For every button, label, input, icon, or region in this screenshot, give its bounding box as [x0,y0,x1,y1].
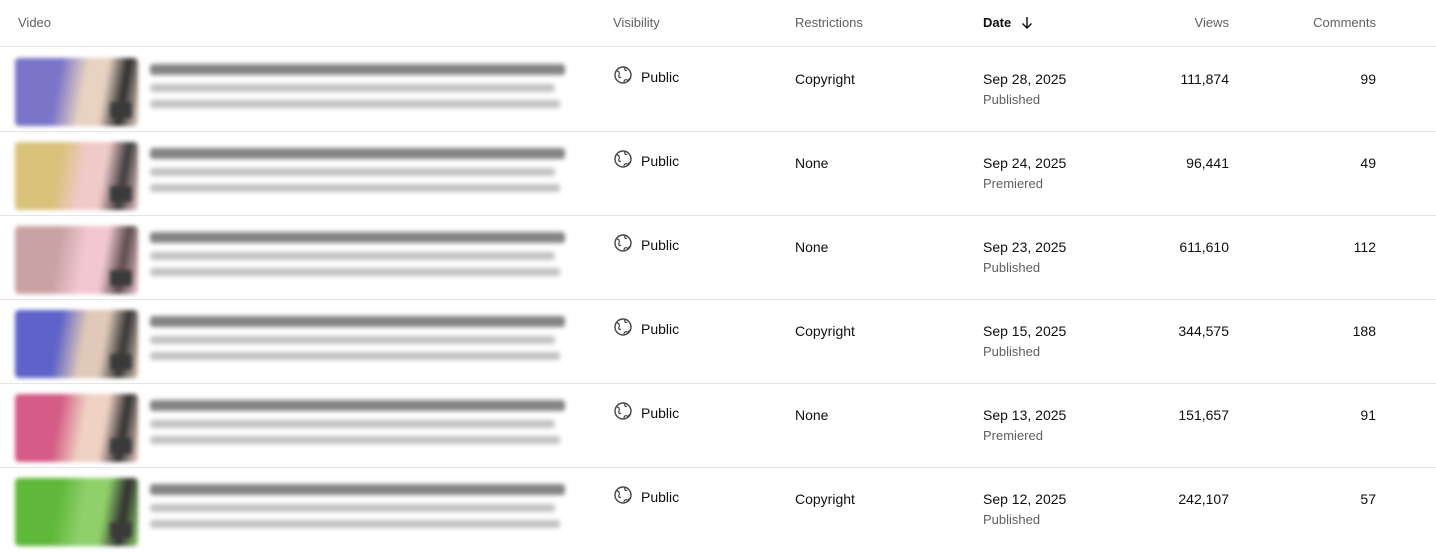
date-label: Sep 15, 2025 [983,323,1067,339]
globe-icon [613,317,633,337]
arrow-down-icon [1021,16,1033,33]
header-date-sort[interactable]: Date [983,15,1033,33]
video-info-blurred[interactable] [150,484,570,536]
comments-count: 57 [1360,491,1376,507]
date-cell: Sep 12, 2025 Published [983,491,1066,527]
visibility-label: Public [641,405,680,421]
video-thumbnail[interactable] [15,310,138,378]
publish-status: Premiered [983,428,1043,443]
publish-status: Published [983,344,1041,359]
restrictions-label: Copyright [795,71,855,87]
views-count: 611,610 [1179,239,1229,255]
header-comments: Comments [1313,15,1376,30]
visibility-cell[interactable]: Public [613,147,679,171]
table-row[interactable]: Public Copyright Sep 12, 2025 Published … [0,468,1436,552]
visibility-cell[interactable]: Public [613,231,679,255]
date-cell: Sep 23, 2025 Published [983,239,1066,275]
visibility-cell[interactable]: Public [613,483,679,507]
video-info-blurred[interactable] [150,64,570,116]
comments-count: 99 [1360,71,1376,87]
views-count: 242,107 [1178,491,1229,507]
visibility-cell[interactable]: Public [613,315,679,339]
video-thumbnail[interactable] [15,58,138,126]
views-count: 96,441 [1186,155,1229,171]
video-thumbnail[interactable] [15,226,138,294]
visibility-cell[interactable]: Public [613,399,679,423]
restrictions-label: Copyright [795,323,855,339]
video-thumbnail[interactable] [15,142,138,210]
views-count: 151,657 [1178,407,1229,423]
header-restrictions: Restrictions [795,15,863,30]
visibility-label: Public [641,69,680,85]
globe-icon [613,401,633,421]
header-date-label: Date [983,15,1012,30]
comments-count: 188 [1352,323,1376,339]
publish-status: Premiered [983,176,1043,191]
restrictions-label: None [795,407,829,423]
publish-status: Published [983,512,1041,527]
views-count: 111,874 [1180,71,1229,87]
restrictions-label: None [795,239,829,255]
date-label: Sep 23, 2025 [983,239,1067,255]
publish-status: Published [983,260,1041,275]
date-label: Sep 13, 2025 [983,407,1067,423]
video-info-blurred[interactable] [150,232,570,284]
date-cell: Sep 15, 2025 Published [983,323,1066,359]
video-info-blurred[interactable] [150,148,570,200]
comments-count: 112 [1353,239,1376,255]
duration-badge [110,522,132,538]
table-row[interactable]: Public None Sep 13, 2025 Premiered 151,6… [0,384,1436,468]
globe-icon [613,485,633,505]
video-info-blurred[interactable] [150,400,570,452]
comments-count: 91 [1360,407,1376,423]
table-row[interactable]: Public Copyright Sep 28, 2025 Published … [0,48,1436,132]
date-cell: Sep 13, 2025 Premiered [983,407,1066,443]
comments-count: 49 [1360,155,1376,171]
duration-badge [110,270,132,286]
date-cell: Sep 28, 2025 Published [983,71,1066,107]
views-count: 344,575 [1178,323,1229,339]
header-video: Video [18,15,52,30]
content-table: Video Visibility Restrictions Date Views… [0,0,1436,549]
duration-badge [110,354,132,370]
visibility-label: Public [641,321,680,337]
duration-badge [110,102,132,118]
header-views: Views [1194,15,1229,30]
table-row[interactable]: Public Copyright Sep 15, 2025 Published … [0,300,1436,384]
globe-icon [613,233,633,253]
restrictions-label: None [795,155,829,171]
visibility-label: Public [641,237,680,253]
table-row[interactable]: Public None Sep 24, 2025 Premiered 96,44… [0,132,1436,216]
video-info-blurred[interactable] [150,316,570,368]
visibility-cell[interactable]: Public [613,63,679,87]
visibility-label: Public [641,153,680,169]
restrictions-label: Copyright [795,491,855,507]
date-label: Sep 28, 2025 [983,71,1067,87]
table-header: Video Visibility Restrictions Date Views… [0,0,1436,47]
duration-badge [110,438,132,454]
date-label: Sep 24, 2025 [983,155,1067,171]
date-cell: Sep 24, 2025 Premiered [983,155,1066,191]
header-visibility: Visibility [613,15,660,30]
duration-badge [110,186,132,202]
video-thumbnail[interactable] [15,394,138,462]
globe-icon [613,65,633,85]
publish-status: Published [983,92,1041,107]
date-label: Sep 12, 2025 [983,491,1067,507]
video-thumbnail[interactable] [15,478,138,546]
globe-icon [613,149,633,169]
table-row[interactable]: Public None Sep 23, 2025 Published 611,6… [0,216,1436,300]
visibility-label: Public [641,489,680,505]
